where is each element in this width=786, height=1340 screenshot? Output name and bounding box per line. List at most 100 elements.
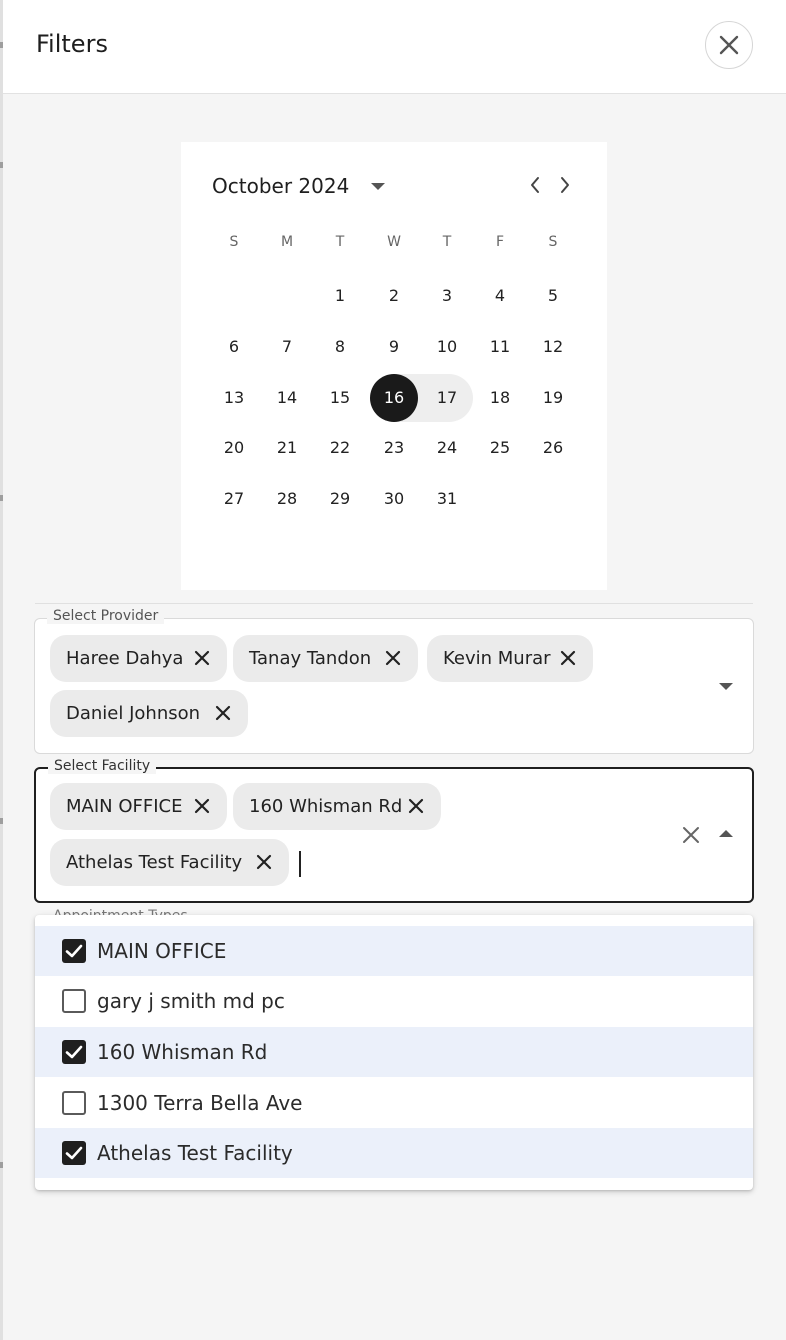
- option-label: Athelas Test Facility: [97, 1141, 293, 1165]
- cancel-icon[interactable]: [193, 649, 211, 667]
- weekday-label: M: [280, 234, 294, 250]
- month-selector[interactable]: October 2024: [212, 172, 386, 200]
- facility-chip[interactable]: Athelas Test Facility: [50, 839, 289, 886]
- close-button[interactable]: [705, 21, 753, 69]
- calendar-day[interactable]: 7: [263, 323, 311, 371]
- provider-chip[interactable]: Kevin Murar: [427, 635, 593, 682]
- chip-label: Kevin Murar: [443, 648, 551, 669]
- facility-option[interactable]: gary j smith md pc: [35, 976, 753, 1026]
- arrow-drop-down-icon[interactable]: [719, 683, 733, 690]
- checkbox-checked[interactable]: [62, 1141, 86, 1165]
- chip-label: Daniel Johnson: [66, 703, 201, 724]
- option-label: 1300 Terra Bella Ave: [97, 1091, 303, 1115]
- cancel-icon[interactable]: [193, 797, 211, 815]
- facility-select-label: Select Facility: [48, 758, 157, 774]
- calendar-day[interactable]: 3: [423, 272, 471, 320]
- month-label: October 2024: [212, 174, 350, 198]
- chip-label: Tanay Tandon: [249, 648, 372, 669]
- calendar-day[interactable]: 27: [210, 475, 258, 523]
- facility-select[interactable]: Select Facility MAIN OFFICE 160 Whisman …: [34, 758, 754, 903]
- calendar-day[interactable]: 21: [263, 424, 311, 472]
- facility-option[interactable]: 160 Whisman Rd: [35, 1027, 753, 1077]
- checkbox-checked[interactable]: [62, 939, 86, 963]
- calendar-day[interactable]: 6: [210, 323, 258, 371]
- edge-mark: [0, 818, 3, 824]
- clear-icon[interactable]: [681, 825, 701, 845]
- calendar-day[interactable]: 26: [529, 424, 577, 472]
- date-calendar: October 2024 S M T W T F S 1 2 3 4 5 6 7…: [181, 142, 607, 590]
- calendar-day[interactable]: 13: [210, 374, 258, 422]
- cancel-icon[interactable]: [384, 649, 402, 667]
- close-icon: [719, 35, 739, 55]
- appointment-types-label: Appointment Types: [53, 906, 188, 915]
- cancel-icon[interactable]: [255, 853, 273, 871]
- facility-options-menu: MAIN OFFICE gary j smith md pc 160 Whism…: [35, 915, 753, 1190]
- cancel-icon[interactable]: [407, 797, 425, 815]
- cancel-icon[interactable]: [214, 704, 232, 722]
- option-label: gary j smith md pc: [97, 989, 285, 1013]
- calendar-day-selected[interactable]: 16: [370, 374, 418, 422]
- arrow-drop-down-icon: [371, 182, 386, 190]
- calendar-day[interactable]: 29: [316, 475, 364, 523]
- calendar-day[interactable]: 19: [529, 374, 577, 422]
- calendar-day[interactable]: 14: [263, 374, 311, 422]
- calendar-day[interactable]: 22: [316, 424, 364, 472]
- calendar-day[interactable]: 31: [423, 475, 471, 523]
- next-month-button[interactable]: [554, 174, 576, 196]
- calendar-day[interactable]: 24: [423, 424, 471, 472]
- calendar-day-range-end[interactable]: 17: [423, 374, 471, 422]
- previous-month-button[interactable]: [524, 174, 546, 196]
- calendar-day[interactable]: 23: [370, 424, 418, 472]
- calendar-day[interactable]: 8: [316, 323, 364, 371]
- facility-option[interactable]: Athelas Test Facility: [35, 1128, 753, 1178]
- checkbox-unchecked[interactable]: [62, 989, 86, 1013]
- weekday-label: S: [548, 234, 558, 250]
- left-panel-edge: [0, 0, 3, 1340]
- calendar-day[interactable]: 15: [316, 374, 364, 422]
- calendar-day[interactable]: 9: [370, 323, 418, 371]
- facility-chip[interactable]: MAIN OFFICE: [50, 783, 227, 830]
- chip-label: MAIN OFFICE: [66, 796, 183, 817]
- checkbox-unchecked[interactable]: [62, 1091, 86, 1115]
- provider-chip[interactable]: Tanay Tandon: [233, 635, 418, 682]
- chevron-right-icon: [561, 177, 569, 193]
- section-divider: [35, 603, 753, 604]
- weekday-label: S: [229, 234, 239, 250]
- edge-mark: [0, 1162, 3, 1168]
- check-icon: [65, 1045, 83, 1059]
- provider-chip[interactable]: Daniel Johnson: [50, 690, 248, 737]
- calendar-day[interactable]: 10: [423, 323, 471, 371]
- calendar-day[interactable]: 25: [476, 424, 524, 472]
- calendar-day[interactable]: 2: [370, 272, 418, 320]
- calendar-day[interactable]: 1: [316, 272, 364, 320]
- calendar-day[interactable]: 30: [370, 475, 418, 523]
- facility-chip[interactable]: 160 Whisman Rd: [233, 783, 441, 830]
- cancel-icon[interactable]: [559, 649, 577, 667]
- weekday-label: T: [442, 234, 452, 250]
- facility-option[interactable]: 1300 Terra Bella Ave: [35, 1078, 753, 1128]
- calendar-day[interactable]: 5: [529, 272, 577, 320]
- calendar-day[interactable]: 28: [263, 475, 311, 523]
- provider-select-label: Select Provider: [47, 608, 165, 624]
- arrow-drop-up-icon[interactable]: [719, 830, 733, 837]
- weekday-label: F: [495, 234, 505, 250]
- weekday-label: T: [335, 234, 345, 250]
- weekday-label: W: [387, 234, 401, 250]
- calendar-day[interactable]: 12: [529, 323, 577, 371]
- provider-chip[interactable]: Haree Dahya: [50, 635, 227, 682]
- edge-mark: [0, 162, 3, 168]
- facility-option[interactable]: MAIN OFFICE: [35, 926, 753, 976]
- checkbox-checked[interactable]: [62, 1040, 86, 1064]
- calendar-day[interactable]: 11: [476, 323, 524, 371]
- chip-label: Athelas Test Facility: [66, 852, 243, 873]
- chevron-left-icon: [531, 177, 539, 193]
- calendar-day[interactable]: 20: [210, 424, 258, 472]
- text-cursor[interactable]: [299, 851, 301, 877]
- calendar-day[interactable]: 18: [476, 374, 524, 422]
- calendar-day[interactable]: 4: [476, 272, 524, 320]
- chip-label: 160 Whisman Rd: [249, 796, 403, 817]
- edge-mark: [0, 495, 3, 501]
- check-icon: [65, 944, 83, 958]
- provider-select[interactable]: Select Provider Haree Dahya Tanay Tandon…: [34, 608, 754, 754]
- option-label: 160 Whisman Rd: [97, 1040, 268, 1064]
